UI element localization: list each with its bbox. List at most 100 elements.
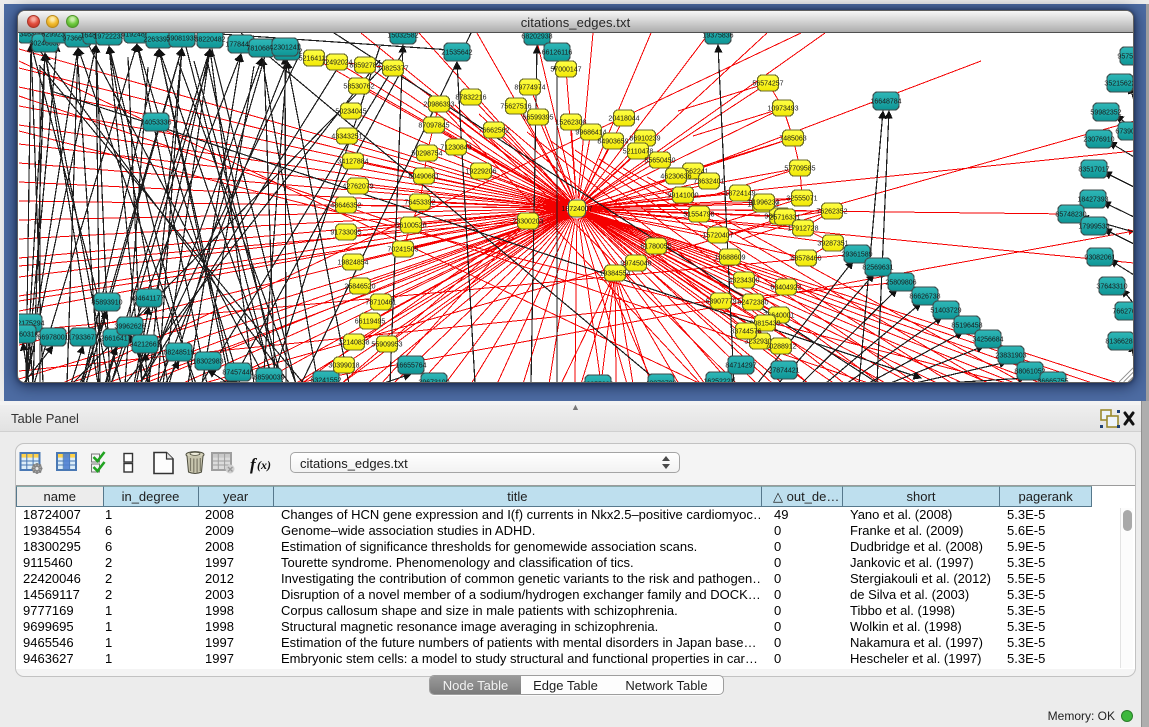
svg-text:18724149: 18724149	[724, 190, 755, 197]
svg-text:25846520: 25846520	[344, 283, 375, 290]
svg-text:83744576: 83744576	[730, 328, 761, 335]
svg-text:39287351: 39287351	[817, 240, 848, 247]
svg-text:89774974: 89774974	[514, 84, 545, 91]
svg-text:66255890: 66255890	[582, 381, 613, 383]
svg-text:66126116: 66126116	[542, 49, 573, 56]
svg-text:15032582: 15032582	[387, 33, 418, 39]
svg-text:21535642: 21535642	[441, 49, 472, 56]
svg-text:18724007: 18724007	[561, 206, 592, 213]
svg-text:42762079: 42762079	[342, 183, 373, 190]
svg-text:88248519: 88248519	[163, 349, 194, 356]
svg-text:58530762: 58530762	[343, 83, 374, 90]
svg-text:19384554: 19384554	[599, 270, 630, 277]
svg-text:86910239: 86910239	[629, 135, 660, 142]
svg-text:84903659: 84903659	[597, 138, 628, 145]
svg-text:95753514: 95753514	[1117, 53, 1134, 60]
svg-text:19375836: 19375836	[702, 33, 733, 39]
svg-text:34127884: 34127884	[337, 158, 368, 165]
svg-text:48578460: 48578460	[790, 255, 821, 262]
svg-text:23300203: 23300203	[512, 218, 543, 225]
svg-text:76262352: 76262352	[816, 208, 847, 215]
svg-text:86626738: 86626738	[909, 293, 940, 300]
svg-text:37643310: 37643310	[1096, 283, 1127, 290]
svg-text:94641177: 94641177	[134, 295, 165, 302]
svg-text:23076910: 23076910	[1083, 136, 1114, 143]
svg-text:7485063: 7485063	[779, 135, 806, 142]
svg-text:29361589: 29361589	[841, 251, 872, 258]
svg-text:16655764: 16655764	[395, 362, 426, 369]
svg-text:18302983: 18302983	[192, 358, 223, 365]
svg-text:80490681: 80490681	[408, 173, 439, 180]
svg-text:85748230: 85748230	[1055, 211, 1086, 218]
svg-text:70825377: 70825377	[377, 65, 408, 72]
svg-text:32555071: 32555071	[786, 195, 817, 202]
svg-text:10973493: 10973493	[767, 105, 798, 112]
svg-text:72492024: 72492024	[321, 59, 352, 66]
svg-text:55909953: 55909953	[371, 341, 402, 348]
svg-text:43343251: 43343251	[331, 133, 362, 140]
svg-text:93082061: 93082061	[1084, 254, 1115, 261]
svg-text:30399018: 30399018	[328, 362, 359, 369]
svg-text:85893910: 85893910	[91, 299, 122, 306]
svg-text:63241552: 63241552	[310, 377, 341, 383]
svg-text:78710461: 78710461	[365, 299, 396, 306]
svg-text:48870700: 48870700	[645, 380, 676, 383]
svg-text:39962626: 39962626	[114, 323, 145, 330]
svg-text:20418044: 20418044	[608, 115, 639, 122]
svg-text:59081935: 59081935	[166, 35, 197, 42]
svg-text:99141000: 99141000	[667, 192, 698, 199]
svg-text:50234045: 50234045	[335, 108, 366, 115]
svg-text:20986393: 20986393	[423, 101, 454, 108]
svg-text:42301241: 42301241	[269, 44, 300, 51]
svg-text:51403729: 51403729	[930, 307, 961, 314]
svg-text:46230636: 46230636	[660, 173, 691, 180]
svg-text:34256684: 34256684	[972, 336, 1003, 343]
svg-text:57709585: 57709585	[784, 165, 815, 172]
svg-text:61780050: 61780050	[640, 243, 671, 250]
svg-text:(x): (x)	[257, 458, 271, 472]
svg-text:27874421: 27874421	[768, 367, 799, 374]
svg-text:76662562: 76662562	[478, 127, 509, 134]
svg-text:83517017: 83517017	[1078, 166, 1109, 173]
svg-text:48646352: 48646352	[330, 202, 361, 209]
svg-text:32140838: 32140838	[338, 339, 369, 346]
svg-text:70241505: 70241505	[387, 246, 418, 253]
svg-text:19824854: 19824854	[337, 259, 368, 266]
svg-text:16648784: 16648784	[870, 98, 901, 105]
svg-text:87832216: 87832216	[455, 94, 486, 101]
svg-text:15720407: 15720407	[702, 232, 733, 239]
svg-text:26616417: 26616417	[100, 335, 131, 342]
svg-text:23831903: 23831903	[995, 352, 1026, 359]
svg-text:73632401: 73632401	[693, 178, 724, 185]
svg-text:59982352: 59982352	[1090, 109, 1121, 116]
svg-text:76627625: 76627625	[1112, 308, 1134, 315]
svg-text:66978001: 66978001	[37, 334, 68, 341]
svg-text:25809806: 25809806	[885, 279, 916, 286]
svg-text:51554798: 51554798	[683, 211, 714, 218]
svg-text:18427393: 18427393	[1077, 196, 1108, 203]
svg-text:16252221: 16252221	[703, 378, 734, 383]
svg-text:35215622: 35215622	[1104, 80, 1134, 87]
svg-text:19229206: 19229206	[465, 168, 496, 175]
svg-text:81366283: 81366283	[1105, 338, 1134, 345]
svg-text:19722233: 19722233	[93, 33, 124, 40]
svg-text:87457446: 87457446	[222, 369, 253, 376]
svg-text:99686414: 99686414	[575, 129, 606, 136]
svg-text:85196458: 85196458	[951, 322, 982, 329]
svg-text:39673100: 39673100	[418, 379, 449, 383]
svg-text:91733095: 91733095	[330, 229, 361, 236]
svg-text:67390467: 67390467	[1115, 128, 1134, 135]
svg-text:86665755: 86665755	[1037, 378, 1068, 383]
svg-text:91996233: 91996233	[748, 199, 779, 206]
svg-text:75627516: 75627516	[500, 103, 531, 110]
svg-text:83960310: 83960310	[19, 331, 39, 338]
svg-text:57000147: 57000147	[550, 66, 581, 73]
svg-text:94212661: 94212661	[129, 341, 160, 348]
svg-text:66119495: 66119495	[355, 318, 386, 325]
svg-text:63907779: 63907779	[705, 298, 736, 305]
svg-text:24053336: 24053336	[140, 119, 171, 126]
svg-text:56574257: 56574257	[752, 80, 783, 87]
svg-text:43234300: 43234300	[728, 277, 759, 284]
svg-text:62472380: 62472380	[737, 299, 768, 306]
svg-text:17999533: 17999533	[1078, 223, 1109, 230]
